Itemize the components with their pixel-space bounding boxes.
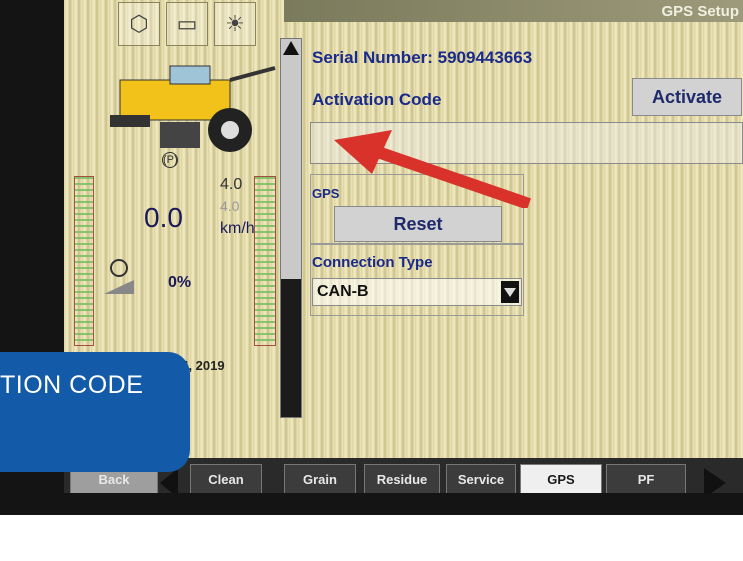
- tab-right-arrow-icon[interactable]: [704, 468, 726, 493]
- speed-max: 4.0: [220, 176, 243, 193]
- connection-type-label: Connection Type: [312, 254, 433, 271]
- engine-load-icon: [104, 259, 134, 294]
- tab-clean[interactable]: Clean: [190, 464, 262, 493]
- right-level-gauge: [254, 176, 276, 346]
- serial-number-label: Serial Number: 5909443663: [312, 48, 533, 67]
- vertical-scrollbar[interactable]: [280, 38, 302, 418]
- tab-gps[interactable]: GPS: [520, 464, 602, 493]
- tank-icon[interactable]: ⬡: [118, 2, 160, 46]
- activation-code-label: Activation Code: [312, 90, 442, 109]
- speed-value: 0.0: [144, 202, 183, 233]
- tab-residue[interactable]: Residue: [364, 464, 440, 493]
- combine-harvester-icon: [110, 65, 276, 152]
- engine-load-value: 0%: [168, 274, 192, 291]
- dropdown-arrow-icon[interactable]: [501, 281, 519, 303]
- caption-text: TION CODE: [0, 371, 144, 399]
- reset-button[interactable]: Reset: [334, 206, 502, 242]
- speed-max-secondary: 4.0: [220, 198, 240, 214]
- red-annotation-arrow-icon: [334, 130, 531, 208]
- connection-type-value: CAN-B: [317, 283, 369, 300]
- speed-readout: 0.0 4.0 4.0 km/h: [78, 176, 255, 237]
- tab-service[interactable]: Service: [446, 464, 516, 493]
- tab-pf[interactable]: PF: [606, 464, 686, 493]
- machine-status-panel: ⬡ ▭ ☀ (P) 0.0 4.0 4.0 km/h 0% 14, 2019: [64, 0, 279, 400]
- park-brake-indicator: (P): [162, 152, 178, 168]
- connection-type-select[interactable]: CAN-B: [312, 278, 522, 306]
- tab-grain[interactable]: Grain: [284, 464, 356, 493]
- caption-banner: TION CODE: [0, 352, 190, 472]
- header-light-icon[interactable]: ☀: [214, 2, 256, 46]
- page-title: GPS Setup: [661, 3, 739, 20]
- top-icon-row: ⬡ ▭ ☀: [118, 2, 268, 46]
- grain-bin-icon[interactable]: ▭: [166, 2, 208, 46]
- title-bar: GPS Setup: [284, 0, 743, 22]
- activate-button[interactable]: Activate: [632, 78, 742, 116]
- speed-unit: km/h: [220, 220, 255, 237]
- scroll-thumb[interactable]: [281, 279, 301, 417]
- scroll-up-arrow-icon[interactable]: [283, 41, 299, 55]
